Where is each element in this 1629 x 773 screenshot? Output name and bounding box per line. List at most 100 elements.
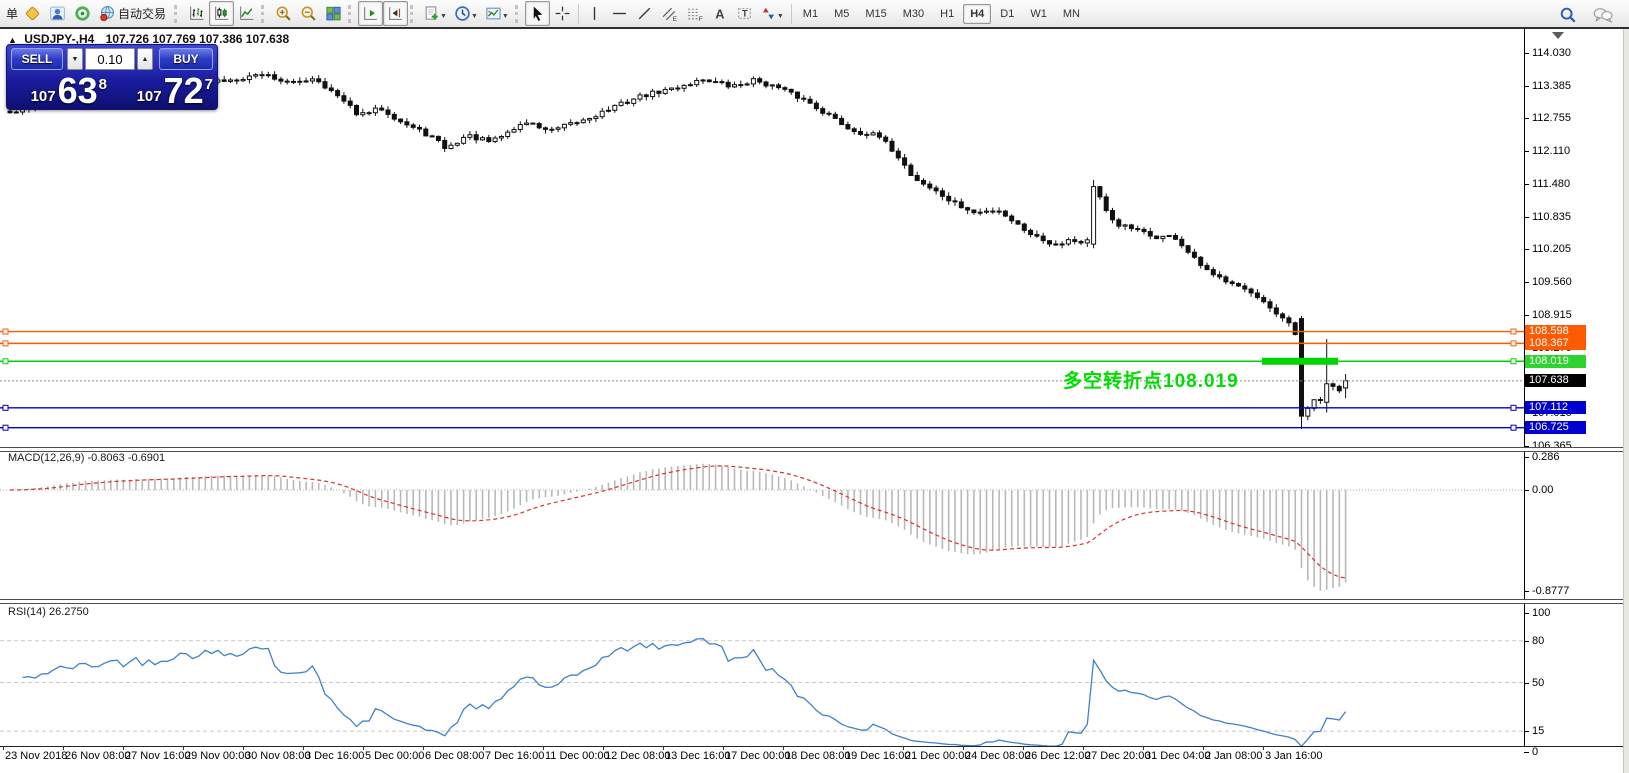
candle-body	[435, 135, 441, 141]
vertical-line-button[interactable]	[582, 1, 607, 26]
toolbar-drag-handle[interactable]	[410, 4, 416, 23]
timeframe-m30[interactable]: M30	[896, 4, 931, 24]
periods-button[interactable]: ▼	[451, 1, 482, 26]
chart-annotation-text[interactable]: 多空转折点108.019	[1063, 366, 1239, 393]
timeframe-m15[interactable]: M15	[858, 4, 893, 24]
arrows-tool-button[interactable]: ▼	[757, 1, 788, 26]
candlestick-chart-button[interactable]	[209, 1, 235, 26]
autotrading-button[interactable]: 自动交易	[95, 1, 172, 26]
timeframe-h4[interactable]: H4	[963, 3, 992, 24]
chart-shift-button[interactable]	[383, 1, 409, 26]
line-chart-button[interactable]	[234, 1, 259, 26]
candle-body	[221, 79, 227, 82]
volume-up-button[interactable]: ▲	[137, 48, 153, 70]
timeframe-m5[interactable]: M5	[827, 4, 856, 24]
new-order-button[interactable]: 单	[4, 5, 20, 22]
templates-button[interactable]: ▼	[482, 1, 513, 26]
line-handle[interactable]	[1510, 424, 1517, 431]
level-price-tag-108.019: 108.019	[1525, 354, 1586, 368]
volume-input[interactable]	[85, 48, 135, 70]
line-handle[interactable]	[2, 340, 9, 347]
horizontal-line-icon	[612, 12, 626, 15]
candle-body	[530, 122, 536, 125]
market-watch-button[interactable]	[20, 1, 45, 26]
zoom-out-button[interactable]	[296, 1, 321, 26]
candle-body	[322, 81, 328, 89]
time-axis-tick-mark	[483, 746, 484, 750]
line-handle[interactable]	[1510, 328, 1517, 335]
volume-down-button[interactable]: ▼	[67, 48, 83, 70]
sell-price-pips: 63	[57, 70, 98, 111]
navigator-button[interactable]	[45, 1, 70, 26]
toolbar-drag-handle[interactable]	[514, 4, 521, 23]
candle-body	[1065, 239, 1071, 245]
chart-workspace[interactable]: ▲ USDJPY-,H4 107.726 107.769 107.386 107…	[0, 29, 1629, 773]
candle-body	[1267, 301, 1273, 309]
bar-chart-button[interactable]	[184, 1, 209, 26]
rsi-chart-canvas[interactable]	[0, 603, 1524, 746]
timeframe-d1[interactable]: D1	[993, 4, 1021, 24]
candle-body	[442, 139, 448, 150]
chat-button[interactable]	[1590, 2, 1615, 27]
sell-price-major: 107	[30, 88, 56, 105]
timeframe-w1[interactable]: W1	[1023, 4, 1054, 24]
candle-body	[391, 113, 397, 120]
time-axis-label: 7 Dec 16:00	[485, 750, 545, 762]
equidistant-channel-button[interactable]: E	[657, 1, 682, 26]
line-handle[interactable]	[2, 424, 9, 431]
candle-body	[1248, 288, 1254, 294]
sell-button[interactable]: SELL	[11, 48, 63, 70]
fibonacci-button[interactable]: F	[682, 1, 707, 26]
crosshair-button[interactable]	[550, 1, 575, 26]
new-chart-button[interactable]: ▼	[420, 1, 451, 26]
level-price-tag-106.725: 106.725	[1525, 421, 1586, 435]
horizontal-line-button[interactable]	[607, 1, 632, 26]
candle-body	[776, 84, 782, 89]
candle-body	[996, 210, 1002, 213]
pane-splitter-macd[interactable]	[0, 447, 1629, 452]
line-handle[interactable]	[2, 404, 9, 411]
time-axis-tick-mark	[183, 746, 184, 750]
tile-windows-button[interactable]	[321, 1, 346, 26]
candle-body	[1204, 264, 1210, 271]
price-chart-canvas[interactable]	[0, 29, 1524, 447]
chart-shift-marker[interactable]	[1552, 32, 1564, 39]
zoom-in-button[interactable]	[271, 1, 296, 26]
candle-body	[984, 210, 989, 213]
macd-chart-canvas[interactable]	[0, 451, 1524, 599]
time-axis-label: 30 Nov 08:00	[245, 750, 311, 762]
line-handle[interactable]	[2, 358, 9, 365]
candle-body	[1084, 239, 1090, 244]
text-label-button[interactable]: T	[732, 1, 757, 26]
navigator-icon	[50, 6, 65, 21]
search-button[interactable]	[1555, 2, 1580, 27]
candle-body	[448, 144, 454, 150]
candle-body	[650, 90, 656, 98]
line-handle[interactable]	[2, 328, 9, 335]
one-click-trading-panel: SELL ▼ ▲ BUY 107 63 8 107 72 7	[6, 44, 218, 110]
cursor-button[interactable]	[524, 1, 550, 26]
trendline-button[interactable]	[632, 1, 657, 26]
toolbar-drag-handle[interactable]	[348, 4, 354, 23]
time-axis-label: 11 Dec 00:00	[545, 750, 610, 762]
timeframe-h1[interactable]: H1	[933, 4, 961, 24]
toolbar-drag-handle[interactable]	[174, 4, 180, 23]
line-handle[interactable]	[1510, 340, 1517, 347]
pane-splitter-rsi[interactable]	[0, 599, 1629, 604]
line-chart-icon	[240, 6, 254, 20]
text-tool-button[interactable]: A	[707, 1, 732, 26]
terminal-button[interactable]	[70, 1, 95, 26]
timeframe-mn[interactable]: MN	[1056, 4, 1087, 24]
candle-body	[1292, 322, 1298, 335]
toolbar-drag-handle[interactable]	[261, 4, 267, 23]
candle-body	[820, 108, 826, 114]
candle-body	[341, 95, 347, 102]
line-handle[interactable]	[1510, 404, 1517, 411]
timeframe-m1[interactable]: M1	[796, 4, 825, 24]
rsi-axis-tick-label: 80	[1532, 634, 1545, 647]
candle-body	[1002, 210, 1008, 217]
rsi-axis-tick-label: 15	[1532, 725, 1545, 738]
buy-button[interactable]: BUY	[159, 48, 213, 70]
line-handle[interactable]	[1510, 358, 1517, 365]
auto-scroll-button[interactable]	[358, 1, 384, 26]
